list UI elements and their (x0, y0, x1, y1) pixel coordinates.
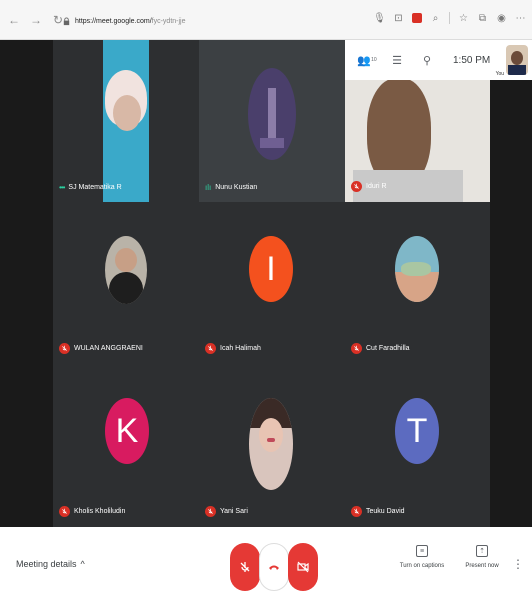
participant-tile[interactable]: ılı Nunu Kustian (199, 40, 345, 202)
present-now-button[interactable]: ⇡ Present now (452, 545, 512, 569)
microphone-off-icon (351, 506, 362, 517)
participant-name-tag: Iduri R (351, 181, 387, 192)
camera-off-icon (297, 561, 309, 573)
camera-toggle-button[interactable] (288, 543, 318, 591)
avatar-initial: T (406, 411, 428, 450)
participant-name: SJ Matematika R (68, 184, 122, 191)
browser-actions: 🎙 ⊡ ⌕ ☆ ⧉ ◉ ⋯ (373, 12, 526, 24)
leave-call-button[interactable] (259, 543, 289, 591)
meeting-info-panel: 👥 10 ☰ ⚲ 1:50 PM You (345, 40, 532, 80)
present-screen-icon: ⇡ (476, 545, 488, 557)
microphone-off-icon (59, 506, 70, 517)
participant-avatar: I (249, 236, 293, 302)
participant-avatar: K (105, 398, 149, 464)
left-margin (0, 40, 53, 527)
participant-name: Nunu Kustian (215, 184, 258, 191)
back-arrow-icon[interactable]: ← (6, 12, 22, 28)
speaking-indicator-icon: ••• (59, 183, 65, 192)
participant-tile[interactable]: I Icah Halimah (199, 202, 345, 364)
meeting-controls-bar: Meeting details ^ ≡ Turn on captions ⇡ P… (0, 527, 532, 591)
star-icon[interactable]: ☆ (458, 13, 469, 24)
avatar-initial: I (266, 249, 276, 288)
meeting-clock: 1:50 PM (453, 54, 491, 66)
participant-count: 10 (371, 57, 377, 63)
participant-name-tag: Icah Halimah (205, 343, 261, 354)
participant-avatar (395, 236, 439, 302)
activities-icon[interactable]: ⚲ (419, 52, 435, 68)
microphone-indicator-icon[interactable]: 🎙 (373, 13, 386, 24)
more-options-icon[interactable]: ⋮ (512, 557, 524, 571)
microphone-off-icon (240, 562, 250, 572)
extension-icon[interactable] (412, 13, 422, 23)
speaking-indicator-icon: ılı (205, 183, 212, 192)
meeting-stage: ••• SJ Matematika R ılı Nunu Kustian Idu… (0, 40, 532, 527)
participant-name-tag: ••• SJ Matematika R (59, 183, 122, 192)
browser-toolbar: ← → ↻ https://meet.google.com/fyc-ydtn-j… (0, 0, 532, 40)
participant-name: Iduri R (366, 183, 387, 190)
microphone-off-icon (59, 343, 70, 354)
avatar-initial: K (115, 411, 139, 450)
participant-tile[interactable]: Cut Faradhilla (345, 202, 490, 364)
present-label: Present now (465, 563, 499, 569)
participant-name: Cut Faradhilla (366, 345, 410, 352)
participant-name-tag: ılı Nunu Kustian (205, 183, 257, 192)
microphone-off-icon (351, 343, 362, 354)
participant-name: Yani Sari (220, 508, 248, 515)
meeting-details-button[interactable]: Meeting details ^ (16, 559, 85, 569)
self-view-thumbnail[interactable] (506, 45, 528, 75)
extensions-puzzle-icon[interactable]: ⧉ (477, 13, 488, 24)
url-path: fyc-ydtn-jje (151, 17, 186, 25)
captions-icon: ≡ (416, 545, 428, 557)
participant-name-tag: Yani Sari (205, 506, 248, 517)
microphone-off-icon (351, 181, 362, 192)
microphone-off-icon (205, 506, 216, 517)
participant-name: Icah Halimah (220, 345, 261, 352)
participant-name-tag: Teuku David (351, 506, 405, 517)
participant-tile[interactable]: T Teuku David (345, 364, 490, 527)
microphone-off-icon (205, 343, 216, 354)
participant-avatar (105, 236, 147, 304)
participant-name: Teuku David (366, 508, 405, 515)
chevron-up-icon: ^ (80, 559, 85, 569)
participant-name: Kholis Kholiludin (74, 508, 126, 515)
meeting-details-label: Meeting details (16, 559, 77, 569)
profile-icon[interactable]: ◉ (496, 13, 507, 24)
video-feed (103, 40, 149, 202)
participant-tile[interactable]: Yani Sari (199, 364, 345, 527)
divider (449, 12, 450, 24)
phone-hangup-icon (269, 565, 279, 570)
participant-name-tag: Kholis Kholiludin (59, 506, 125, 517)
participant-name: WULAN ANGGRAENI (74, 345, 143, 352)
participant-avatar: T (395, 398, 439, 464)
participant-avatar (248, 68, 296, 160)
participant-avatar (249, 398, 293, 490)
right-margin (490, 40, 532, 527)
participant-tile[interactable]: WULAN ANGGRAENI (53, 202, 199, 364)
people-icon[interactable]: 👥 10 (357, 52, 377, 68)
forward-arrow-icon[interactable]: → (28, 12, 44, 28)
search-icon[interactable]: ⌕ (430, 13, 441, 24)
camera-indicator-icon[interactable]: ⊡ (393, 13, 404, 24)
address-bar[interactable]: https://meet.google.com/fyc-ydtn-jje (62, 11, 392, 31)
captions-button[interactable]: ≡ Turn on captions (392, 545, 452, 569)
participant-name-tag: Cut Faradhilla (351, 343, 410, 354)
microphone-toggle-button[interactable] (230, 543, 260, 591)
menu-dots-icon[interactable]: ⋯ (515, 13, 526, 24)
self-label: You (495, 71, 504, 77)
lock-icon (63, 16, 70, 25)
participant-tile[interactable]: ••• SJ Matematika R (53, 40, 199, 202)
participant-tile[interactable]: K Kholis Kholiludin (53, 364, 199, 527)
url-domain: https://meet.google.com/ (75, 17, 152, 25)
captions-label: Turn on captions (399, 563, 445, 569)
participant-name-tag: WULAN ANGGRAENI (59, 343, 143, 354)
chat-icon[interactable]: ☰ (389, 52, 405, 68)
